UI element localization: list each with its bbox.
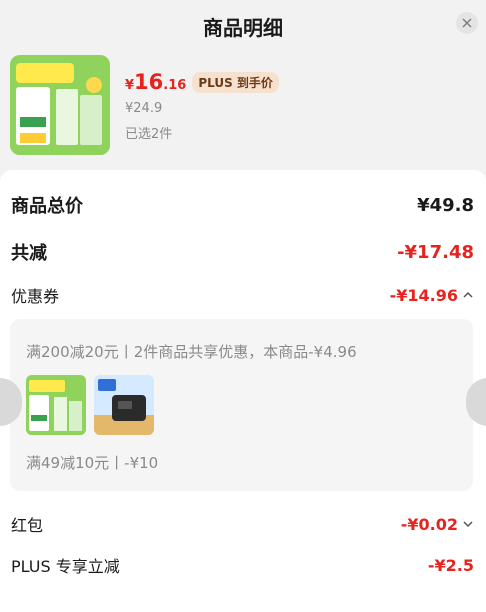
coupon-value: -¥14.96 [389, 285, 458, 305]
total-discount-label: 共减 [11, 243, 47, 264]
plus-discount-label: PLUS 专享立减 [11, 557, 120, 576]
product-thumbnail[interactable] [10, 55, 110, 155]
price-integer: 16 [134, 70, 164, 94]
chevron-up-icon[interactable] [462, 289, 474, 301]
red-packet-value: -¥0.02 [400, 514, 458, 534]
close-button[interactable] [456, 12, 478, 34]
plus-price: ¥ 16 .16 PLUS 到手价 [125, 70, 279, 94]
close-icon [462, 18, 472, 28]
total-price-label: 商品总价 [11, 196, 83, 217]
price-symbol: ¥ [125, 78, 135, 93]
red-packet-row[interactable]: 红包 -¥0.02 [11, 512, 474, 536]
price-decimal: .16 [163, 78, 187, 93]
price-detail-card: 商品总价 ¥49.8 共减 -¥17.48 优惠券 -¥14.96 满200减2… [0, 170, 486, 612]
total-discount-row: 共减 -¥17.48 [11, 239, 474, 265]
total-price-row: 商品总价 ¥49.8 [11, 192, 474, 218]
plus-discount-value: -¥2.5 [427, 555, 474, 575]
red-packet-label: 红包 [11, 516, 44, 535]
coupon-product-thumbnail-1[interactable] [26, 375, 86, 435]
total-price-value: ¥49.8 [417, 194, 474, 216]
coupon-product-thumbnail-2[interactable] [94, 375, 154, 435]
total-discount-value: -¥17.48 [397, 241, 474, 263]
page-title: 商品明细 [203, 16, 283, 40]
selected-count: 已选2件 [125, 127, 173, 142]
plus-discount-row: PLUS 专享立减 -¥2.5 [11, 553, 474, 577]
promo-line-1: 满200减20元丨2件商品共享优惠，本商品-¥4.96 [26, 343, 357, 361]
chevron-down-icon[interactable] [462, 518, 474, 530]
original-price: ¥24.9 [125, 101, 163, 116]
coupon-row[interactable]: 优惠券 -¥14.96 [11, 283, 474, 307]
promo-line-2: 满49减10元丨-¥10 [26, 454, 159, 472]
plus-badge: PLUS 到手价 [192, 71, 279, 93]
coupon-label: 优惠券 [11, 287, 60, 306]
coupon-detail-panel: 满200减20元丨2件商品共享优惠，本商品-¥4.96 满49减10元丨-¥10 [10, 319, 473, 491]
